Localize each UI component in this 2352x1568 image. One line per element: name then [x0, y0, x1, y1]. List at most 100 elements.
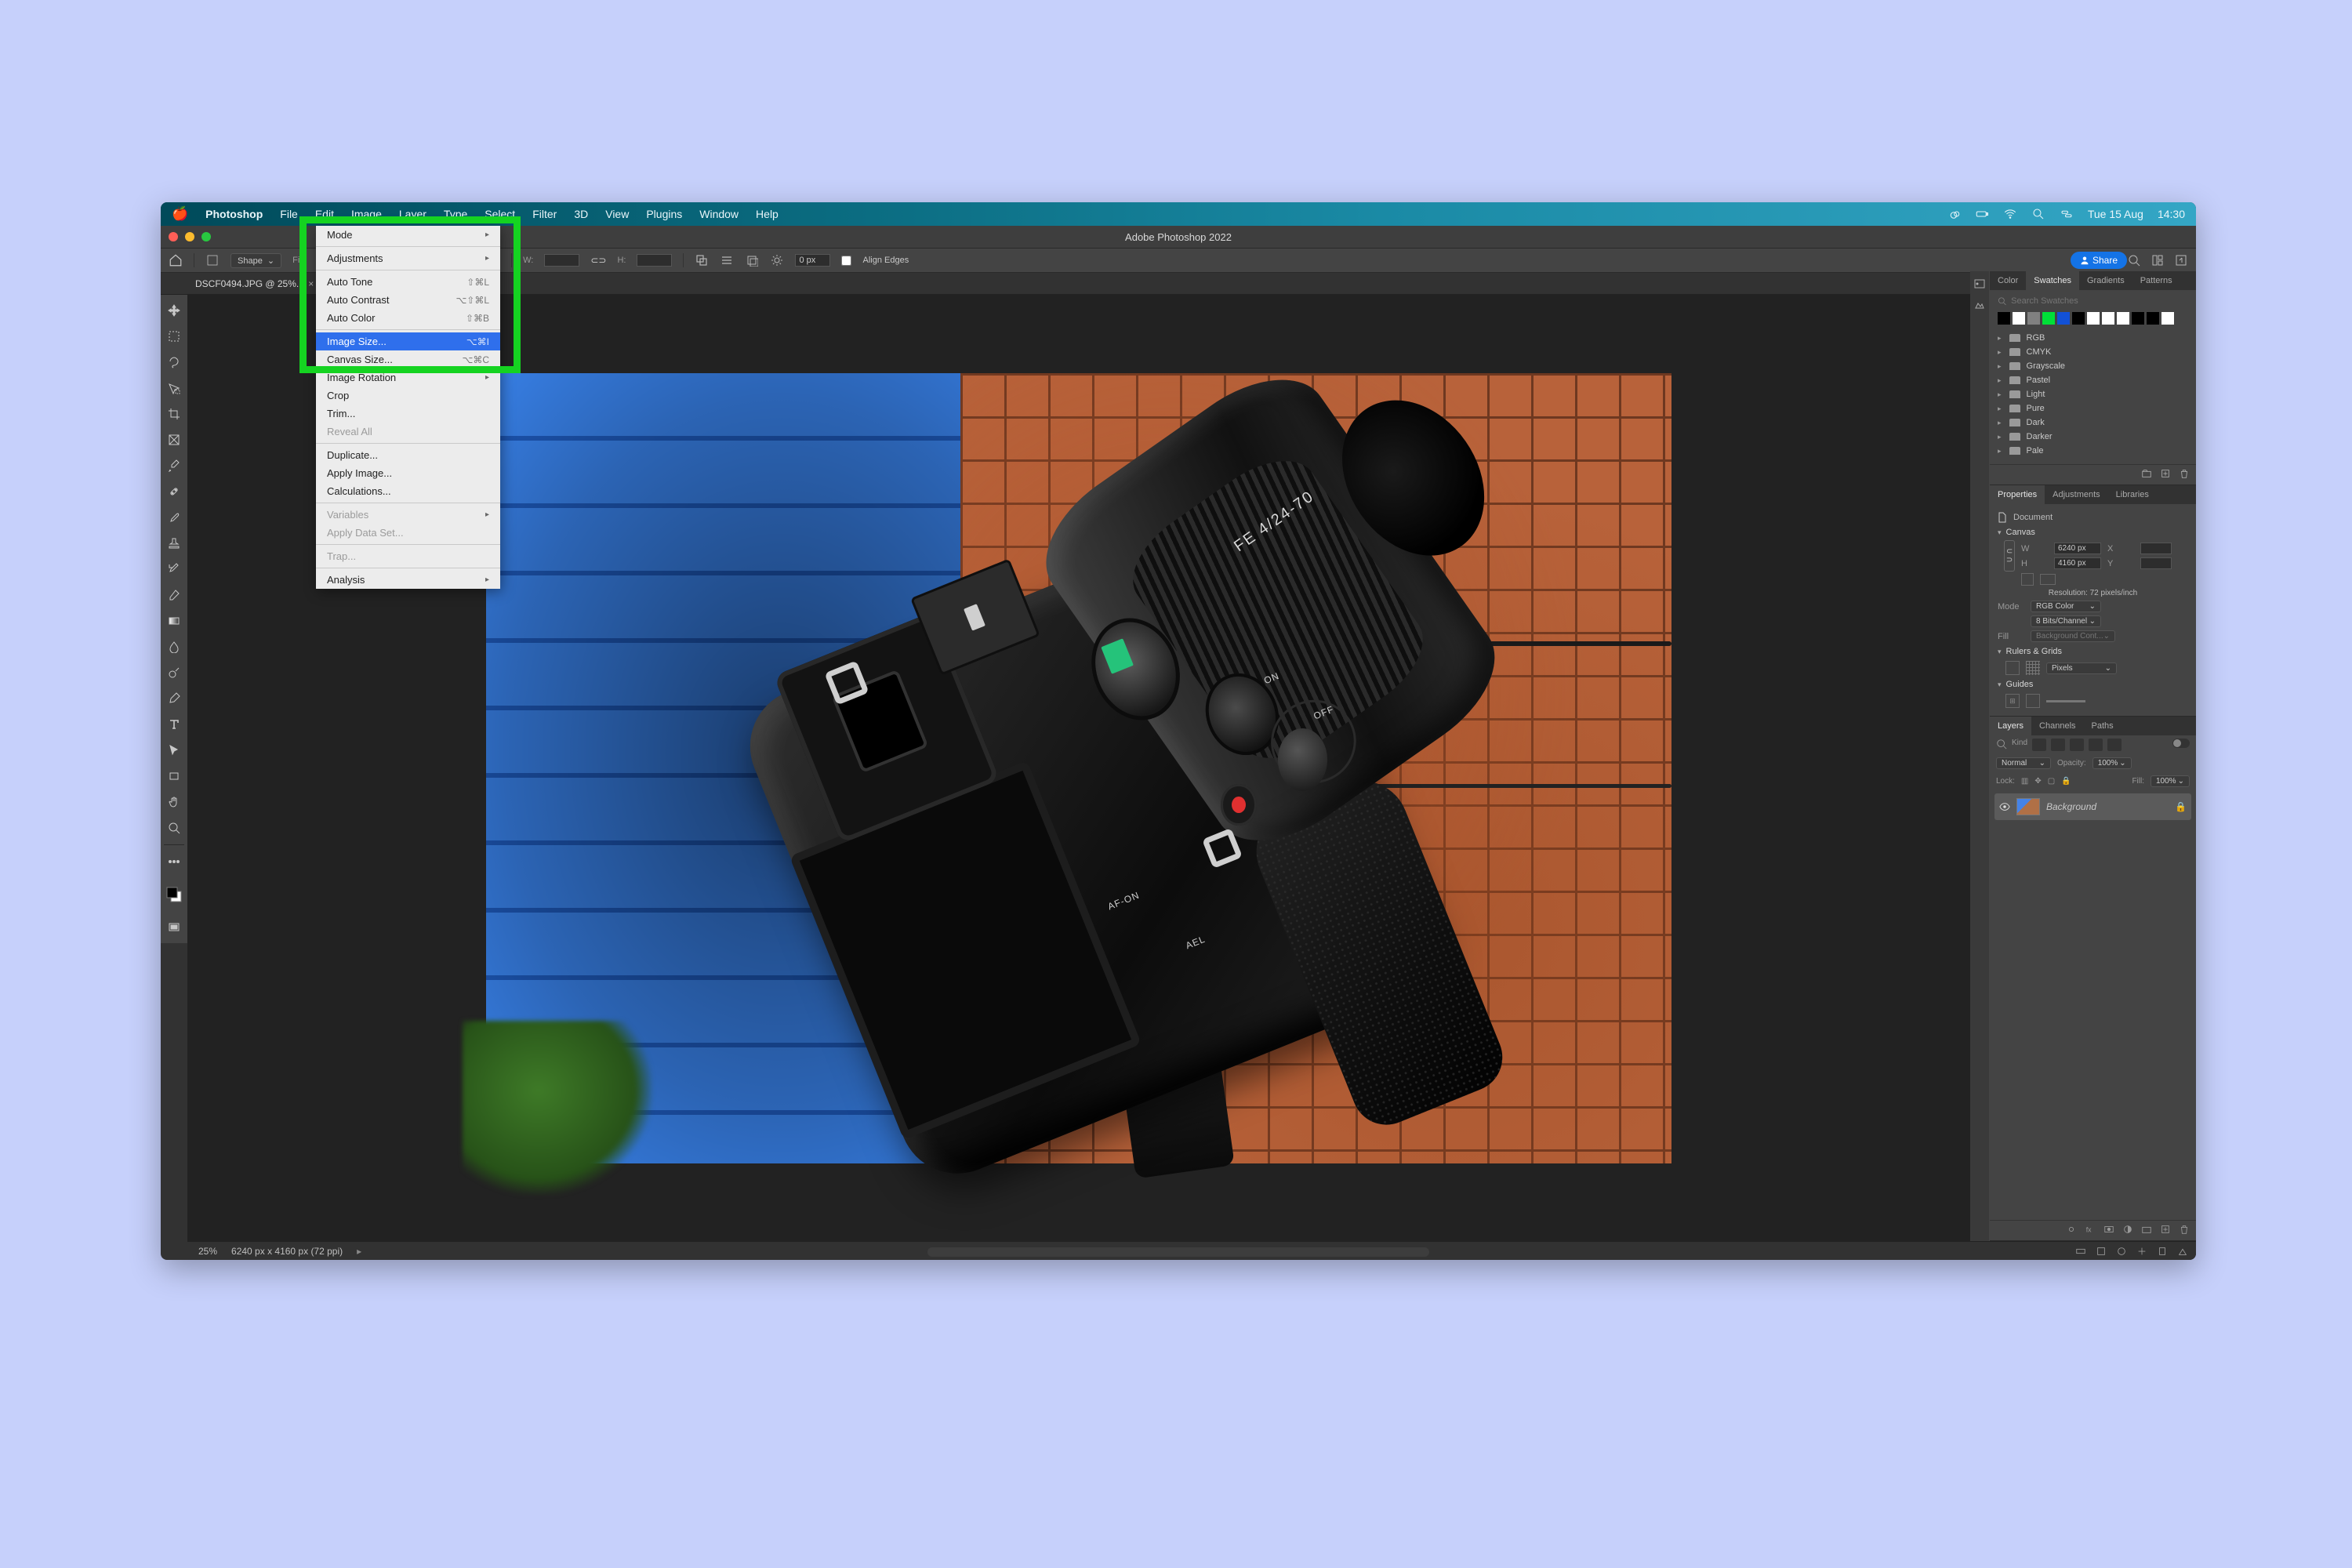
new-group-icon[interactable]: [2141, 1224, 2152, 1237]
minimize-button[interactable]: [185, 232, 194, 241]
gear-icon[interactable]: [770, 253, 784, 267]
lock-position-icon[interactable]: ✥: [2034, 777, 2041, 786]
status-doc-info[interactable]: 6240 px x 4160 px (72 ppi): [231, 1246, 343, 1257]
tool-type[interactable]: [161, 712, 187, 737]
fill-opacity-input[interactable]: 100%⌄: [2151, 775, 2190, 787]
menu-file[interactable]: File: [280, 208, 298, 220]
menu-select[interactable]: Select: [485, 208, 515, 220]
height-input[interactable]: [637, 254, 672, 267]
creative-cloud-icon[interactable]: [1947, 207, 1961, 221]
orient-landscape-icon[interactable]: [2040, 574, 2056, 585]
menu-image[interactable]: Image: [351, 208, 382, 220]
menu-item[interactable]: Canvas Size...⌥⌘C: [316, 350, 500, 368]
guides-section[interactable]: ▾Guides: [1998, 677, 2188, 692]
delete-icon[interactable]: [2179, 468, 2190, 481]
link-dimensions-icon[interactable]: ⊂⊃: [2004, 540, 2015, 572]
new-layer-icon[interactable]: [2160, 1224, 2171, 1237]
menu-view[interactable]: View: [605, 208, 629, 220]
menu-layer[interactable]: Layer: [399, 208, 426, 220]
fx-icon[interactable]: fx: [2085, 1224, 2096, 1237]
menu-item[interactable]: Duplicate...: [316, 446, 500, 464]
canvas-w-input[interactable]: [2054, 543, 2101, 554]
swatch-search-input[interactable]: [2011, 296, 2188, 306]
lock-all-icon[interactable]: 🔒: [2061, 777, 2071, 786]
tool-healing[interactable]: [161, 479, 187, 504]
width-input[interactable]: [544, 254, 579, 267]
filter-type[interactable]: [2070, 739, 2084, 751]
menu-edit[interactable]: Edit: [315, 208, 334, 220]
swatch[interactable]: [2042, 312, 2055, 325]
fill-select[interactable]: Background Cont...⌄: [2031, 630, 2115, 642]
tool-eraser[interactable]: [161, 583, 187, 608]
tool-lasso[interactable]: [161, 350, 187, 375]
menu-item[interactable]: Image Size...⌥⌘I: [316, 332, 500, 350]
tool-dodge[interactable]: [161, 660, 187, 685]
link-wh-icon[interactable]: ⊂⊃: [590, 255, 606, 266]
lock-pixels-icon[interactable]: ▥: [2021, 777, 2028, 786]
tab-paths[interactable]: Paths: [2084, 717, 2122, 735]
shape-mode-select[interactable]: Shape ⌄: [230, 253, 281, 268]
search-icon[interactable]: [1996, 739, 2007, 750]
menu-item[interactable]: Crop: [316, 387, 500, 405]
visibility-icon[interactable]: [1999, 801, 2010, 812]
tab-channels[interactable]: Channels: [2031, 717, 2083, 735]
menu-item[interactable]: Image Rotation: [316, 368, 500, 387]
swatch-search[interactable]: [1998, 296, 2188, 306]
swatch[interactable]: [2147, 312, 2159, 325]
tab-layers[interactable]: Layers: [1990, 717, 2031, 735]
swatch-folder[interactable]: ▸RGB: [1998, 331, 2188, 345]
apple-menu-icon[interactable]: 🍎: [172, 206, 188, 222]
panel-icon[interactable]: [1973, 278, 1986, 290]
control-center-icon[interactable]: [2060, 207, 2074, 221]
path-arrange-icon[interactable]: [745, 253, 759, 267]
swatch-folder[interactable]: ▸Dark: [1998, 416, 2188, 430]
menu-item[interactable]: Auto Color⇧⌘B: [316, 309, 500, 327]
swatch[interactable]: [2087, 312, 2100, 325]
close-tab-icon[interactable]: ×: [308, 278, 314, 289]
icon[interactable]: [2116, 1246, 2127, 1257]
document-tab[interactable]: DSCF0494.JPG @ 25%... ×: [187, 278, 321, 289]
new-group-icon[interactable]: [2141, 468, 2152, 481]
tab-swatches[interactable]: Swatches: [2026, 271, 2079, 290]
blend-mode-select[interactable]: Normal⌄: [1996, 757, 2051, 769]
wifi-icon[interactable]: [2003, 207, 2017, 221]
swatch[interactable]: [1998, 312, 2010, 325]
swatch[interactable]: [2027, 312, 2040, 325]
timeline-icon[interactable]: [2075, 1246, 2086, 1257]
swatch-folder[interactable]: ▸Light: [1998, 387, 2188, 401]
filter-shape[interactable]: [2089, 739, 2103, 751]
layer-background[interactable]: Background 🔒: [1994, 793, 2191, 820]
layer-name[interactable]: Background: [2046, 801, 2096, 812]
swatch[interactable]: [2057, 312, 2070, 325]
tool-preset-icon[interactable]: [205, 253, 220, 267]
menu-item[interactable]: Auto Contrast⌥⇧⌘L: [316, 291, 500, 309]
workspace-icon[interactable]: [2151, 253, 2165, 267]
tool-rectangle[interactable]: [161, 764, 187, 789]
guide-color[interactable]: [2046, 700, 2085, 702]
canvas-h-input[interactable]: [2054, 557, 2101, 569]
tab-adjustments[interactable]: Adjustments: [2045, 485, 2108, 504]
tab-properties[interactable]: Properties: [1990, 485, 2045, 504]
menu-item[interactable]: Mode: [316, 226, 500, 244]
menu-item[interactable]: Adjustments: [316, 249, 500, 267]
menubar-time[interactable]: 14:30: [2158, 208, 2185, 220]
tab-patterns[interactable]: Patterns: [2132, 271, 2180, 290]
grid-icon[interactable]: [2026, 661, 2040, 675]
adjustment-icon[interactable]: [2122, 1224, 2133, 1237]
menu-item[interactable]: Auto Tone⇧⌘L: [316, 273, 500, 291]
panel-icon[interactable]: [1973, 298, 1986, 310]
app-name[interactable]: Photoshop: [205, 208, 263, 220]
filter-toggle[interactable]: [2172, 739, 2190, 748]
tool-brush[interactable]: [161, 505, 187, 530]
tool-pen[interactable]: [161, 686, 187, 711]
menu-item[interactable]: Apply Image...: [316, 464, 500, 482]
icon[interactable]: [2096, 1246, 2107, 1257]
menu-item[interactable]: Analysis: [316, 571, 500, 589]
tool-move[interactable]: [161, 298, 187, 323]
tool-quick-select[interactable]: [161, 376, 187, 401]
search-icon[interactable]: [2031, 207, 2045, 221]
tool-path-select[interactable]: [161, 738, 187, 763]
swatch[interactable]: [2072, 312, 2085, 325]
swatch-folder[interactable]: ▸Grayscale: [1998, 359, 2188, 373]
maximize-button[interactable]: [201, 232, 211, 241]
